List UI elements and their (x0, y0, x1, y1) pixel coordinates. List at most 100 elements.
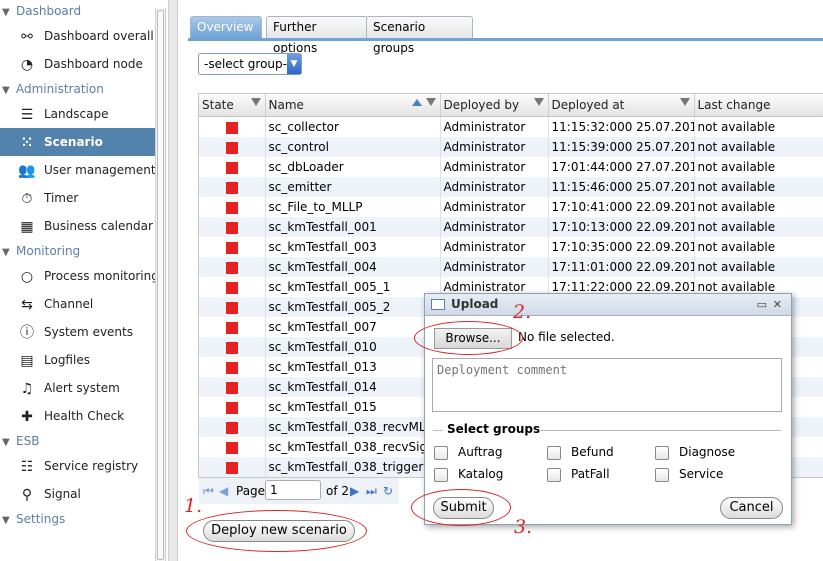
last-change-cell: not available (694, 197, 823, 217)
group-checkbox-befund[interactable]: Befund (547, 445, 614, 460)
group-checkbox-katalog[interactable]: Katalog (434, 467, 503, 482)
sidebar-item-process-monitoring[interactable]: ○ Process monitoring (0, 262, 159, 290)
column-header-state[interactable]: State (199, 94, 266, 117)
name-cell: sc_collector (265, 116, 441, 137)
magnifier-icon: ○ (20, 268, 34, 285)
table-row[interactable]: sc_kmTestfall_004 Administrator 17:11:01:0… (199, 257, 823, 277)
checkbox-icon[interactable] (655, 467, 669, 482)
filter-icon[interactable] (425, 98, 436, 106)
first-page-icon[interactable]: ⏮ (203, 484, 214, 499)
sidebar-item-service-registry[interactable]: ☷ Service registry (0, 452, 155, 480)
last-change-cell: not available (694, 257, 823, 277)
tab-further-options[interactable]: Further options (266, 16, 368, 55)
group-checkbox-patfall[interactable]: PatFall (547, 467, 610, 482)
sidebar-item-user-management[interactable]: 👥 User management (0, 156, 155, 184)
deployed-at-cell: 17:10:41:000 22.09.2017 (548, 197, 695, 217)
chevron-down-icon[interactable]: ▼ (2, 432, 16, 454)
sidebar-section-header[interactable]: ▼ Monitoring (0, 240, 155, 262)
sidebar-item-dashboard-node[interactable]: ◔ Dashboard node (0, 50, 155, 78)
status-stopped-icon (226, 441, 238, 454)
state-cell (199, 116, 266, 137)
sidebar: ▼ Dashboard ⚯ Dashboard overall ◔ Dashboard n… (0, 0, 159, 561)
state-cell (199, 317, 266, 337)
filter-icon[interactable] (679, 98, 690, 106)
column-header-deployed-at[interactable]: Deployed at (548, 94, 695, 117)
document-icon: ▤ (20, 352, 34, 369)
pagination-bar: ⏮ ◀ Page of 2 ▶ ⏭ ↻ (199, 477, 399, 504)
deployed-by-cell: Administrator (440, 237, 549, 257)
cancel-button[interactable]: Cancel (720, 497, 783, 519)
checkbox-icon[interactable] (655, 445, 669, 460)
chevron-down-icon[interactable]: ▼ (2, 242, 16, 264)
panel-splitter[interactable] (168, 0, 178, 561)
group-checkbox-service[interactable]: Service (655, 467, 723, 482)
checkbox-icon[interactable] (434, 445, 448, 460)
close-icon[interactable]: ✕ (773, 294, 782, 315)
name-cell: sc_kmTestfall_014 (265, 377, 441, 397)
bell-icon: ♫ (20, 380, 34, 397)
table-row[interactable]: sc_control Administrator 11:15:39:000 25.0… (199, 137, 823, 157)
refresh-icon[interactable]: ↻ (383, 484, 393, 498)
state-cell (199, 397, 266, 417)
name-cell: sc_kmTestfall_015 (265, 397, 441, 417)
sidebar-item-timer[interactable]: ⏱ Timer (0, 184, 155, 212)
last-page-icon[interactable]: ⏭ (366, 484, 377, 499)
sidebar-scrollbar-thumb[interactable] (157, 10, 164, 560)
group-select[interactable]: -select group- ▼ (198, 53, 302, 75)
column-header-last-change[interactable]: Last change (694, 94, 823, 117)
group-checkbox-diagnose[interactable]: Diagnose (655, 445, 735, 460)
checkbox-icon[interactable] (547, 467, 561, 482)
sidebar-section-header[interactable]: ▼ Administration (0, 78, 155, 100)
name-cell: sc_kmTestfall_038_trigger (265, 457, 441, 477)
maximize-icon[interactable]: ▭ (757, 294, 767, 315)
deployed-by-cell: Administrator (440, 157, 549, 177)
sort-ascending-icon[interactable] (411, 99, 422, 106)
deployment-comment-input[interactable] (432, 358, 782, 412)
sidebar-item-alert-system[interactable]: ♫ Alert system (0, 374, 155, 402)
table-row[interactable]: sc_kmTestfall_003 Administrator 17:10:35:0… (199, 237, 823, 257)
tab-overview[interactable]: Overview (190, 16, 262, 38)
group-checkbox-auftrag[interactable]: Auftrag (434, 445, 502, 460)
chevron-down-icon[interactable]: ▼ (287, 54, 301, 74)
filter-icon[interactable] (250, 98, 261, 106)
checkbox-icon[interactable] (434, 467, 448, 482)
table-row[interactable]: sc_dbLoader Administrator 17:01:44:000 27.… (199, 157, 823, 177)
chevron-down-icon[interactable]: ▼ (2, 80, 16, 102)
sidebar-item-system-events[interactable]: ⓘ System events (0, 318, 155, 346)
page-number-input[interactable] (265, 480, 321, 500)
table-row[interactable]: sc_emitter Administrator 11:15:46:000 25.0… (199, 177, 823, 197)
name-cell: sc_kmTestfall_013 (265, 357, 441, 377)
checkbox-icon[interactable] (547, 445, 561, 460)
previous-page-icon[interactable]: ◀ (219, 484, 228, 498)
annotation-ellipse-deploy (186, 510, 367, 552)
filter-icon[interactable] (533, 98, 544, 106)
chevron-down-icon[interactable]: ▼ (2, 2, 16, 24)
column-header-deployed-by[interactable]: Deployed by (440, 94, 549, 117)
tab-scenario-groups[interactable]: Scenario groups (366, 16, 473, 55)
chevron-down-icon[interactable]: ▼ (2, 510, 16, 532)
share-nodes-icon: ⚯ (21, 28, 33, 45)
sidebar-section-header[interactable]: ▼ ESB (0, 430, 155, 452)
sidebar-item-dashboard-overall[interactable]: ⚯ Dashboard overall (0, 22, 155, 50)
status-stopped-icon (226, 221, 238, 234)
sidebar-item-business-calendar[interactable]: ▦ Business calendar (0, 212, 155, 240)
table-row[interactable]: sc_kmTestfall_001 Administrator 17:10:13:0… (199, 217, 823, 237)
sidebar-section-header[interactable]: ▼ Dashboard (0, 0, 155, 22)
sidebar-item-scenario[interactable]: ⁙ Scenario (0, 128, 155, 156)
sidebar-section-header[interactable]: ▼ Settings (0, 508, 155, 530)
sidebar-item-channel[interactable]: ⇆ Channel (0, 290, 155, 318)
sidebar-item-landscape[interactable]: ☰ Landscape (0, 100, 155, 128)
table-row[interactable]: sc_File_to_MLLP Administrator 17:10:41:000… (199, 197, 823, 217)
table-row[interactable]: sc_collector Administrator 11:15:32:000 25… (199, 116, 823, 137)
state-cell (199, 357, 266, 377)
state-cell (199, 297, 266, 317)
status-stopped-icon (226, 281, 238, 294)
column-header-name[interactable]: Name (265, 94, 441, 117)
sidebar-item-logfiles[interactable]: ▤ Logfiles (0, 346, 155, 374)
dialog-header[interactable]: Upload ▭ ✕ (425, 294, 791, 316)
window-icon (431, 299, 445, 310)
deployed-by-cell: Administrator (440, 217, 549, 237)
sidebar-item-signal[interactable]: ⚲ Signal (0, 480, 155, 508)
next-page-icon[interactable]: ▶ (350, 484, 359, 498)
sidebar-item-health-check[interactable]: ✚ Health Check (0, 402, 155, 430)
